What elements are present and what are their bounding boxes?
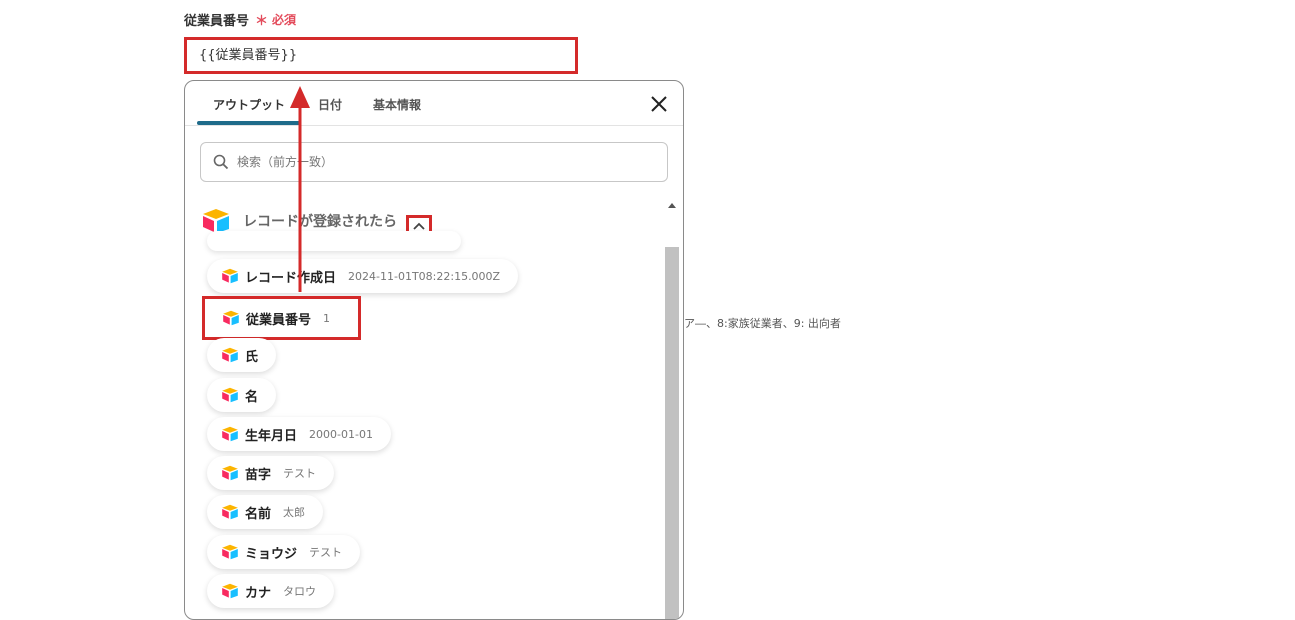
list-item[interactable]: 苗字 テスト <box>207 456 335 490</box>
field-label: 従業員番号 ＊ 必須 <box>184 10 296 29</box>
airtable-icon <box>222 268 238 284</box>
airtable-icon <box>222 426 238 442</box>
airtable-icon <box>222 583 238 599</box>
list-item[interactable]: 名 <box>207 378 277 412</box>
employee-number-input[interactable]: {{従業員番号}} <box>184 37 578 74</box>
scroll-up-arrow[interactable] <box>668 203 676 208</box>
list-item[interactable]: 名前 太郎 <box>207 495 324 529</box>
chevron-up-icon <box>413 222 425 230</box>
item-value: テスト <box>309 546 343 559</box>
required-star: ＊ <box>255 14 269 29</box>
list-item[interactable]: カナ タロウ <box>207 574 335 608</box>
tab-basic-info[interactable]: 基本情報 <box>373 96 421 113</box>
item-name: 従業員番号 <box>246 312 312 328</box>
item-value: テスト <box>283 467 317 480</box>
airtable-icon <box>222 504 238 520</box>
required-text: 必須 <box>272 13 297 27</box>
item-name: 氏 <box>245 349 259 365</box>
search-icon <box>213 154 229 170</box>
list-item[interactable]: レコード作成日 2024-11-01T08:22:15.000Z <box>207 259 519 293</box>
list-item[interactable]: 従業員番号 1 <box>202 296 362 340</box>
airtable-icon <box>222 544 238 560</box>
item-value: 2024-11-01T08:22:15.000Z <box>348 269 501 283</box>
tab-date[interactable]: 日付 <box>318 96 342 113</box>
tab-output[interactable]: アウトプット <box>213 96 285 113</box>
airtable-icon <box>222 347 238 363</box>
airtable-icon <box>222 465 238 481</box>
list-item[interactable]: 生年月日 2000-01-01 <box>207 417 391 451</box>
item-name: 名 <box>245 389 259 405</box>
item-value: 2000-01-01 <box>309 427 373 441</box>
tab-bar: アウトプット 日付 基本情報 <box>185 81 683 126</box>
airtable-icon <box>223 310 239 326</box>
background-note: ア―、8:家族従業者、9: 出向者 <box>684 317 841 330</box>
item-name: 生年月日 <box>245 428 298 444</box>
item-name: 名前 <box>245 506 272 522</box>
scrollbar[interactable] <box>665 199 679 619</box>
item-value: 1 <box>323 311 331 325</box>
item-name: 苗字 <box>245 467 272 483</box>
variable-picker-popup: アウトプット 日付 基本情報 レコードが登録されたら レコード作成日 2024-1… <box>184 80 684 620</box>
item-name: カナ <box>245 585 272 601</box>
search-input[interactable] <box>235 154 639 170</box>
item-name: ミョウジ <box>245 546 298 562</box>
close-icon[interactable] <box>649 94 669 114</box>
field-label-text: 従業員番号 <box>184 14 250 29</box>
airtable-icon <box>222 387 238 403</box>
list-item-partial <box>207 231 461 251</box>
scroll-thumb[interactable] <box>665 247 679 619</box>
tab-active-indicator <box>197 121 301 125</box>
list-item[interactable]: ミョウジ テスト <box>207 535 361 569</box>
search-box <box>200 142 668 182</box>
section-title: レコードが登録されたら <box>243 214 397 230</box>
item-value: タロウ <box>283 585 317 598</box>
list-item[interactable]: 氏 <box>207 338 277 372</box>
item-value: 太郎 <box>283 506 306 519</box>
item-name: レコード作成日 <box>245 270 337 286</box>
